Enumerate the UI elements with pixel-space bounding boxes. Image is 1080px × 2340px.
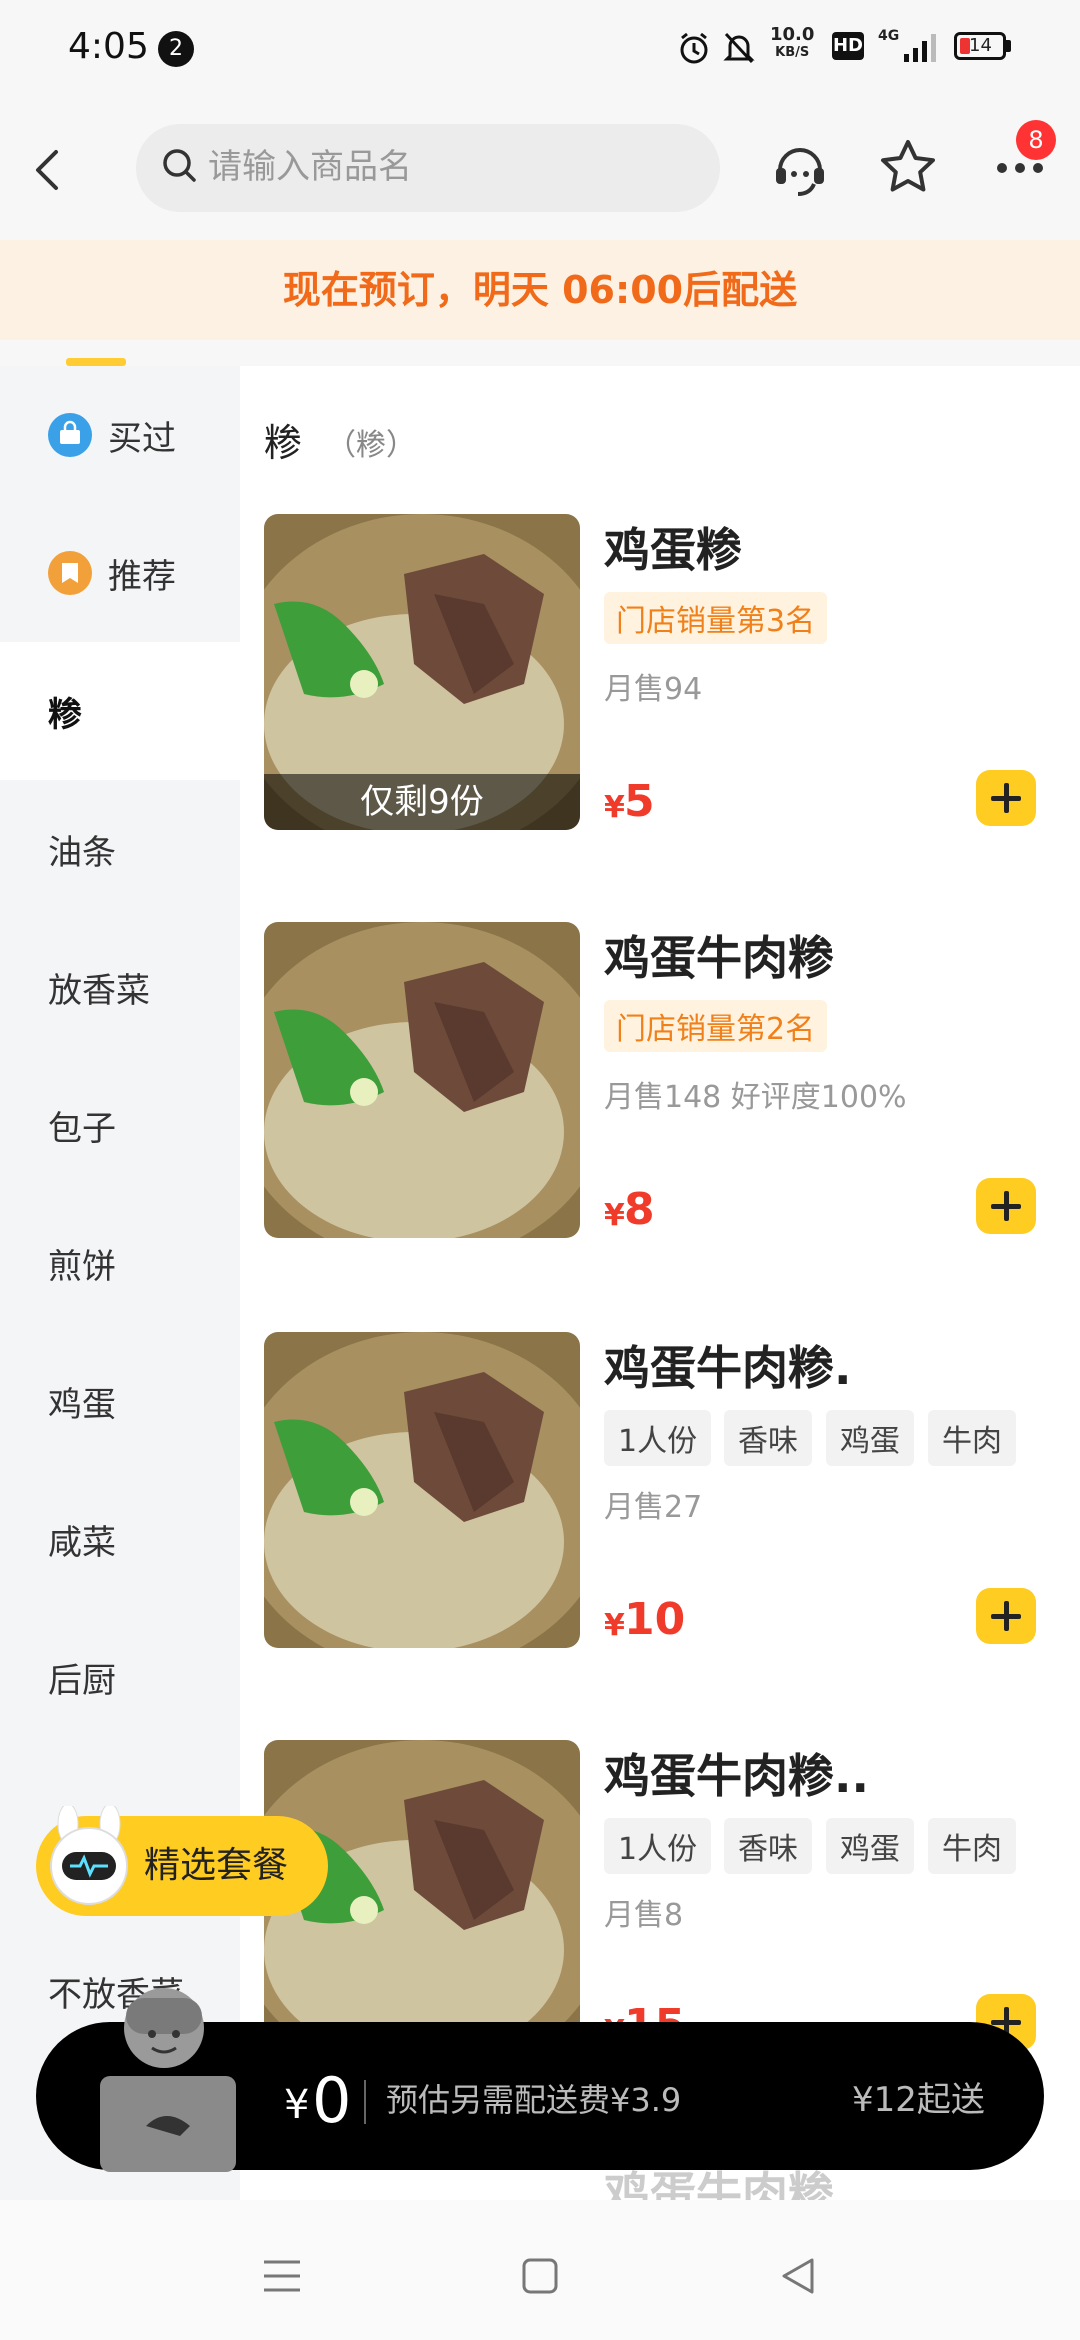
signal-icon (902, 32, 942, 68)
sidebar-item-recommend[interactable]: 推荐 (0, 504, 240, 642)
sidebar-item-kitchen[interactable]: 后厨 (0, 1608, 240, 1746)
add-to-cart-button[interactable] (976, 1178, 1036, 1234)
product-image[interactable] (264, 1332, 580, 1648)
product-tag: 香味 (724, 1410, 812, 1466)
back-arrow-icon[interactable] (26, 148, 70, 192)
search-icon (160, 146, 200, 186)
sidebar-item-egg[interactable]: 鸡蛋 (0, 1332, 240, 1470)
bag-icon (48, 413, 92, 457)
product-name[interactable]: 鸡蛋牛肉糁. (604, 1332, 851, 1398)
monthly-sales: 月售94 (604, 672, 703, 707)
monthly-sales: 月售27 (604, 1490, 703, 1525)
product-tag: 鸡蛋 (826, 1410, 914, 1466)
monthly-sales: 月售148 好评度100% (604, 1080, 907, 1115)
product-tag: 1人份 (604, 1818, 712, 1874)
category-title: 糁 (264, 421, 303, 465)
battery-icon: 14 (954, 32, 1006, 60)
rank-badge: 门店销量第2名 (604, 1000, 828, 1052)
product-tag: 牛肉 (928, 1410, 1016, 1466)
delivery-rider-icon[interactable] (86, 1976, 246, 2176)
product-tag: 香味 (724, 1818, 812, 1874)
cart-currency-symbol: ¥ (284, 2082, 310, 2128)
delivery-notice-banner: 现在预订，明天 06:00后配送 (0, 240, 1080, 340)
add-to-cart-button[interactable] (976, 770, 1036, 826)
search-placeholder: 请输入商品名 (208, 147, 412, 187)
combo-label: 精选套餐 (144, 1845, 289, 1886)
sidebar-item-san[interactable]: 糁 (0, 642, 240, 780)
delivery-fee-note: 预估另需配送费¥3.9 (386, 2081, 682, 2119)
back-triangle-icon[interactable] (778, 2256, 818, 2300)
hd-icon: HD (832, 32, 864, 60)
favorite-star-icon[interactable] (876, 136, 940, 200)
sidebar-item-youtiao[interactable]: 油条 (0, 780, 240, 918)
category-subtitle: （糁） (326, 428, 416, 463)
notification-count-badge: 2 (158, 31, 194, 67)
product-image[interactable] (264, 922, 580, 1238)
minimum-order: ¥12起送 (852, 2080, 985, 2120)
cart-total: 0 (312, 2064, 352, 2137)
price: 10 (624, 1594, 686, 1645)
status-time: 4:05 (68, 26, 149, 67)
product-name[interactable]: 鸡蛋牛肉糁 (604, 922, 834, 988)
product-tag: 牛肉 (928, 1818, 1016, 1874)
sidebar-item-pickles[interactable]: 咸菜 (0, 1470, 240, 1608)
alarm-icon (676, 30, 712, 74)
sidebar-item-cilantro[interactable]: 放香菜 (0, 918, 240, 1056)
tab-indicator (66, 358, 126, 366)
product-tag: 鸡蛋 (826, 1818, 914, 1874)
price-symbol: ¥ (604, 790, 625, 825)
price-symbol: ¥ (604, 1608, 625, 1643)
more-badge: 8 (1016, 120, 1056, 160)
customer-service-icon[interactable] (768, 136, 832, 200)
rank-badge: 门店销量第3名 (604, 592, 828, 644)
home-icon[interactable] (520, 2256, 560, 2300)
network-speed: 10.0 KB/S (770, 24, 815, 61)
robot-mascot-icon (44, 1803, 134, 1916)
sidebar-item-baozi[interactable]: 包子 (0, 1056, 240, 1194)
monthly-sales: 月售8 (604, 1898, 684, 1933)
product-name[interactable]: 鸡蛋糁 (604, 514, 742, 580)
price-symbol: ¥ (604, 1198, 625, 1233)
stock-remaining-label: 仅剩9份 (264, 774, 580, 830)
mute-bell-icon (722, 30, 756, 74)
product-tag: 1人份 (604, 1410, 712, 1466)
sidebar-item-bought[interactable]: 买过 (0, 366, 240, 504)
sidebar-item-jianbing[interactable]: 煎饼 (0, 1194, 240, 1332)
add-to-cart-button[interactable] (976, 1588, 1036, 1644)
price: 5 (624, 776, 655, 827)
product-name[interactable]: 鸡蛋牛肉糁.. (604, 1740, 869, 1806)
recommend-icon (48, 551, 92, 595)
price: 8 (624, 1184, 655, 1235)
menu-icon[interactable] (262, 2256, 302, 2300)
network-type: 4G (878, 28, 900, 44)
